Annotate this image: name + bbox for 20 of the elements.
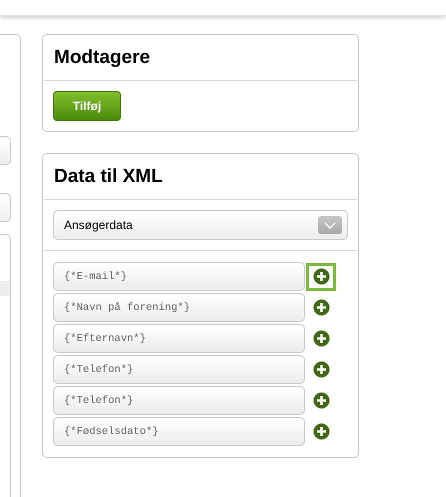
plus-icon — [312, 299, 330, 316]
placeholder-field[interactable]: {*Fødselsdato*} — [53, 417, 305, 446]
side-field[interactable] — [0, 136, 11, 165]
plus-icon — [312, 423, 330, 440]
chevron-down-icon — [318, 216, 342, 234]
add-button[interactable]: Tilføj — [53, 91, 121, 121]
plus-icon — [312, 330, 330, 347]
add-button[interactable] — [306, 262, 336, 290]
plus-icon — [312, 361, 330, 378]
card-title: Modtagere — [54, 46, 152, 70]
placeholder-field[interactable]: {*Navn på forening*} — [53, 293, 305, 322]
placeholder-field[interactable]: {*Efternavn*} — [53, 324, 305, 353]
placeholder-field[interactable]: {*E-mail*} — [53, 262, 305, 291]
plus-icon — [312, 392, 330, 409]
placeholder-field[interactable]: {*Telefon*} — [53, 386, 305, 415]
side-field[interactable] — [0, 193, 11, 222]
source-select[interactable]: Ansøgerdata — [53, 210, 348, 240]
plus-icon — [312, 268, 330, 285]
card-title: Data til XML — [54, 165, 164, 189]
placeholder-field[interactable]: {*Telefon*} — [53, 355, 305, 384]
